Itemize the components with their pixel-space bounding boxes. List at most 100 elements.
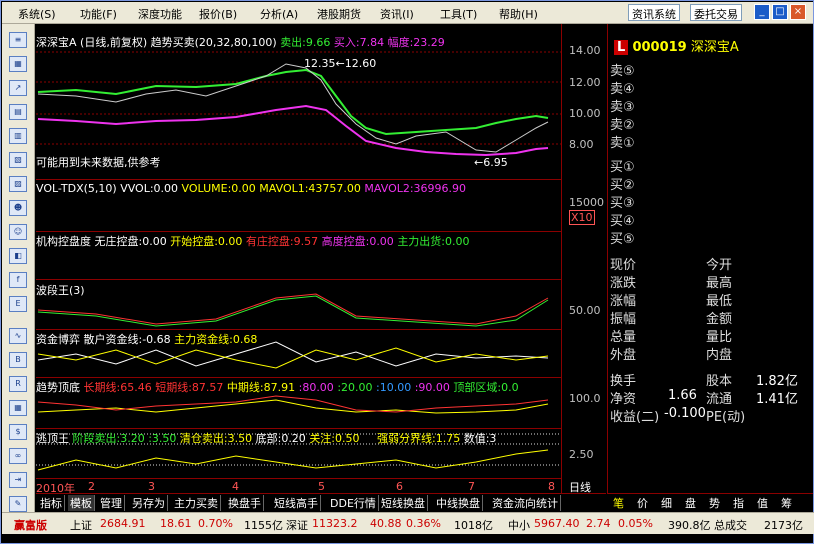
tab-value[interactable]: 值	[757, 495, 768, 511]
pencil-icon[interactable]: ✎	[9, 496, 27, 512]
window-icon[interactable]: ◧	[9, 248, 27, 264]
field-amount: 金额	[706, 312, 733, 327]
tab-turnover[interactable]: 换盘手	[226, 495, 264, 511]
field-open: 今开	[706, 258, 733, 273]
link-icon[interactable]: ∞	[9, 448, 27, 464]
sz-change: 40.88	[370, 517, 402, 530]
tab-indicator[interactable]: 指标	[38, 495, 65, 511]
table2-icon[interactable]: ▦	[9, 400, 27, 416]
y-tick: 14.00	[569, 44, 601, 57]
mavol2-value: MAVOL2:36996.90	[364, 182, 467, 195]
tab-dde[interactable]: DDE行情	[328, 495, 379, 511]
sh-amount: 1155亿	[244, 519, 283, 532]
func-icon[interactable]: f	[9, 272, 27, 288]
menu-analysis[interactable]: 分析(A)	[260, 6, 298, 22]
menu-function[interactable]: 功能(F)	[80, 6, 117, 22]
menu-quote[interactable]: 报价(B)	[199, 6, 237, 22]
ask-5: 卖⑤	[610, 64, 635, 79]
tab-template[interactable]: 模板	[68, 495, 95, 511]
person-icon[interactable]: ☻	[9, 200, 27, 216]
tab-trend[interactable]: 势	[709, 495, 720, 511]
exit-icon[interactable]: ⇥	[9, 472, 27, 488]
users-icon[interactable]: ☺	[9, 224, 27, 240]
tab-mid-turnover[interactable]: 中线换盘	[434, 495, 483, 511]
stock-label: 深深宝A	[36, 36, 77, 49]
float-value: 1.41亿	[756, 392, 798, 407]
trade-button[interactable]: 委托交易	[690, 4, 742, 21]
tab-tick[interactable]: 笔	[613, 495, 624, 511]
level-90: :90.00	[414, 381, 450, 394]
field-vol-ratio: 量比	[706, 330, 733, 345]
top-zone-value: 顶部区域:0.0	[453, 381, 519, 394]
close-icon[interactable]: ×	[790, 4, 806, 20]
minimize-icon[interactable]: _	[754, 4, 770, 20]
menu-info[interactable]: 资讯(I)	[380, 6, 414, 22]
doc-icon[interactable]: ▨	[9, 176, 27, 192]
tab-capital-flow[interactable]: 资金流向统计	[490, 495, 561, 511]
sh-pct: 0.70%	[198, 517, 233, 530]
chart-icon[interactable]: ↗	[9, 80, 27, 96]
vvol-value: VVOL:0.00	[120, 182, 179, 195]
menu-system[interactable]: 系统(S)	[18, 6, 56, 22]
info-system-button[interactable]: 资讯系统	[628, 4, 680, 21]
menu-hk-futures[interactable]: 港股期货	[317, 6, 361, 22]
field-eps: 收益(二)	[610, 410, 660, 425]
field-amplitude: 振幅	[610, 312, 637, 327]
trend-short-line	[37, 395, 549, 413]
sz-value: 11323.2	[312, 517, 358, 530]
sh-value: 2684.91	[100, 517, 146, 530]
tab-main-trade[interactable]: 主力买卖	[172, 495, 221, 511]
field-volume: 总量	[610, 330, 637, 345]
grid-icon[interactable]: ▦	[9, 56, 27, 72]
sheet-icon[interactable]: ▤	[9, 104, 27, 120]
chart-area[interactable]: 深深宝A (日线,前复权) 趋势买卖(20,32,80,100) 卖出:9.66…	[36, 24, 606, 495]
zx-change: 2.74	[586, 517, 611, 530]
report-icon[interactable]: ▧	[9, 152, 27, 168]
y-tick: 8.00	[569, 138, 594, 151]
menu-tools[interactable]: 工具(T)	[440, 6, 477, 22]
bsi-icon[interactable]: B	[9, 352, 27, 368]
rsi-icon[interactable]: R	[9, 376, 27, 392]
stock-name: 深深宝A	[690, 40, 739, 55]
tab-detail[interactable]: 细	[661, 495, 672, 511]
tab-price[interactable]: 价	[637, 495, 648, 511]
tab-index[interactable]: 指	[733, 495, 744, 511]
tab-save-as[interactable]: 另存为	[130, 495, 168, 511]
tab-book[interactable]: 盘	[685, 495, 696, 511]
etf-icon[interactable]: E	[9, 296, 27, 312]
zx-label: 中小	[508, 519, 530, 532]
bid-1: 买①	[610, 160, 635, 175]
level-20: :20.00	[337, 381, 373, 394]
quote-header: L 000019 深深宝A	[614, 36, 739, 55]
tab-short-turnover[interactable]: 短线换盘	[379, 495, 428, 511]
high-marker: 12.35←12.60	[304, 57, 377, 70]
table-icon[interactable]: ▥	[9, 128, 27, 144]
escape-title: 逃顶王	[36, 432, 69, 445]
main-pane-header: 深深宝A (日线,前复权) 趋势买卖(20,32,80,100) 卖出:9.66…	[36, 34, 445, 50]
wave-title: 波段王(3)	[36, 284, 85, 297]
list-icon[interactable]: ≡	[9, 32, 27, 48]
field-inner: 内盘	[706, 348, 733, 363]
field-low: 最低	[706, 294, 733, 309]
indicator-tabs: 指标 模板 管理 另存为 主力买卖 换盘手 短线高手 DDE行情 短线换盘 中线…	[36, 493, 606, 511]
wave-icon[interactable]: ∿	[9, 328, 27, 344]
capital-header: 资金博弈 散户资金线:-0.68 主力资金线:0.68	[36, 331, 257, 347]
sz-amount: 1018亿	[454, 519, 493, 532]
x-axis-month: 8	[548, 480, 555, 493]
zx-amount: 390.8亿	[668, 519, 711, 532]
x-axis-month: 4	[232, 480, 239, 493]
dollar-icon[interactable]: $	[9, 424, 27, 440]
tab-manage[interactable]: 管理	[98, 495, 125, 511]
menu-deep-function[interactable]: 深度功能	[138, 6, 182, 22]
sz-pct: 0.36%	[406, 517, 441, 530]
capital-title: 资金博弈	[36, 333, 80, 346]
left-toolbar: ≡ ▦ ↗ ▤ ▥ ▧ ▨ ☻ ☺ ◧ f E ∿ B R ▦ $ ∞ ⇥ ✎	[2, 24, 35, 513]
trend-header: 趋势顶底 长期线:65.46 短期线:87.57 中期线:87.91 :80.0…	[36, 379, 519, 395]
x-axis-month: 7	[468, 480, 475, 493]
mavol1-value: MAVOL1:43757.00	[259, 182, 361, 195]
menu-help[interactable]: 帮助(H)	[499, 6, 538, 22]
volume-value: VOLUME:0.00	[181, 182, 256, 195]
tab-chips[interactable]: 筹	[781, 495, 792, 511]
tab-short-master[interactable]: 短线高手	[272, 495, 321, 511]
maximize-icon[interactable]: □	[772, 4, 788, 20]
